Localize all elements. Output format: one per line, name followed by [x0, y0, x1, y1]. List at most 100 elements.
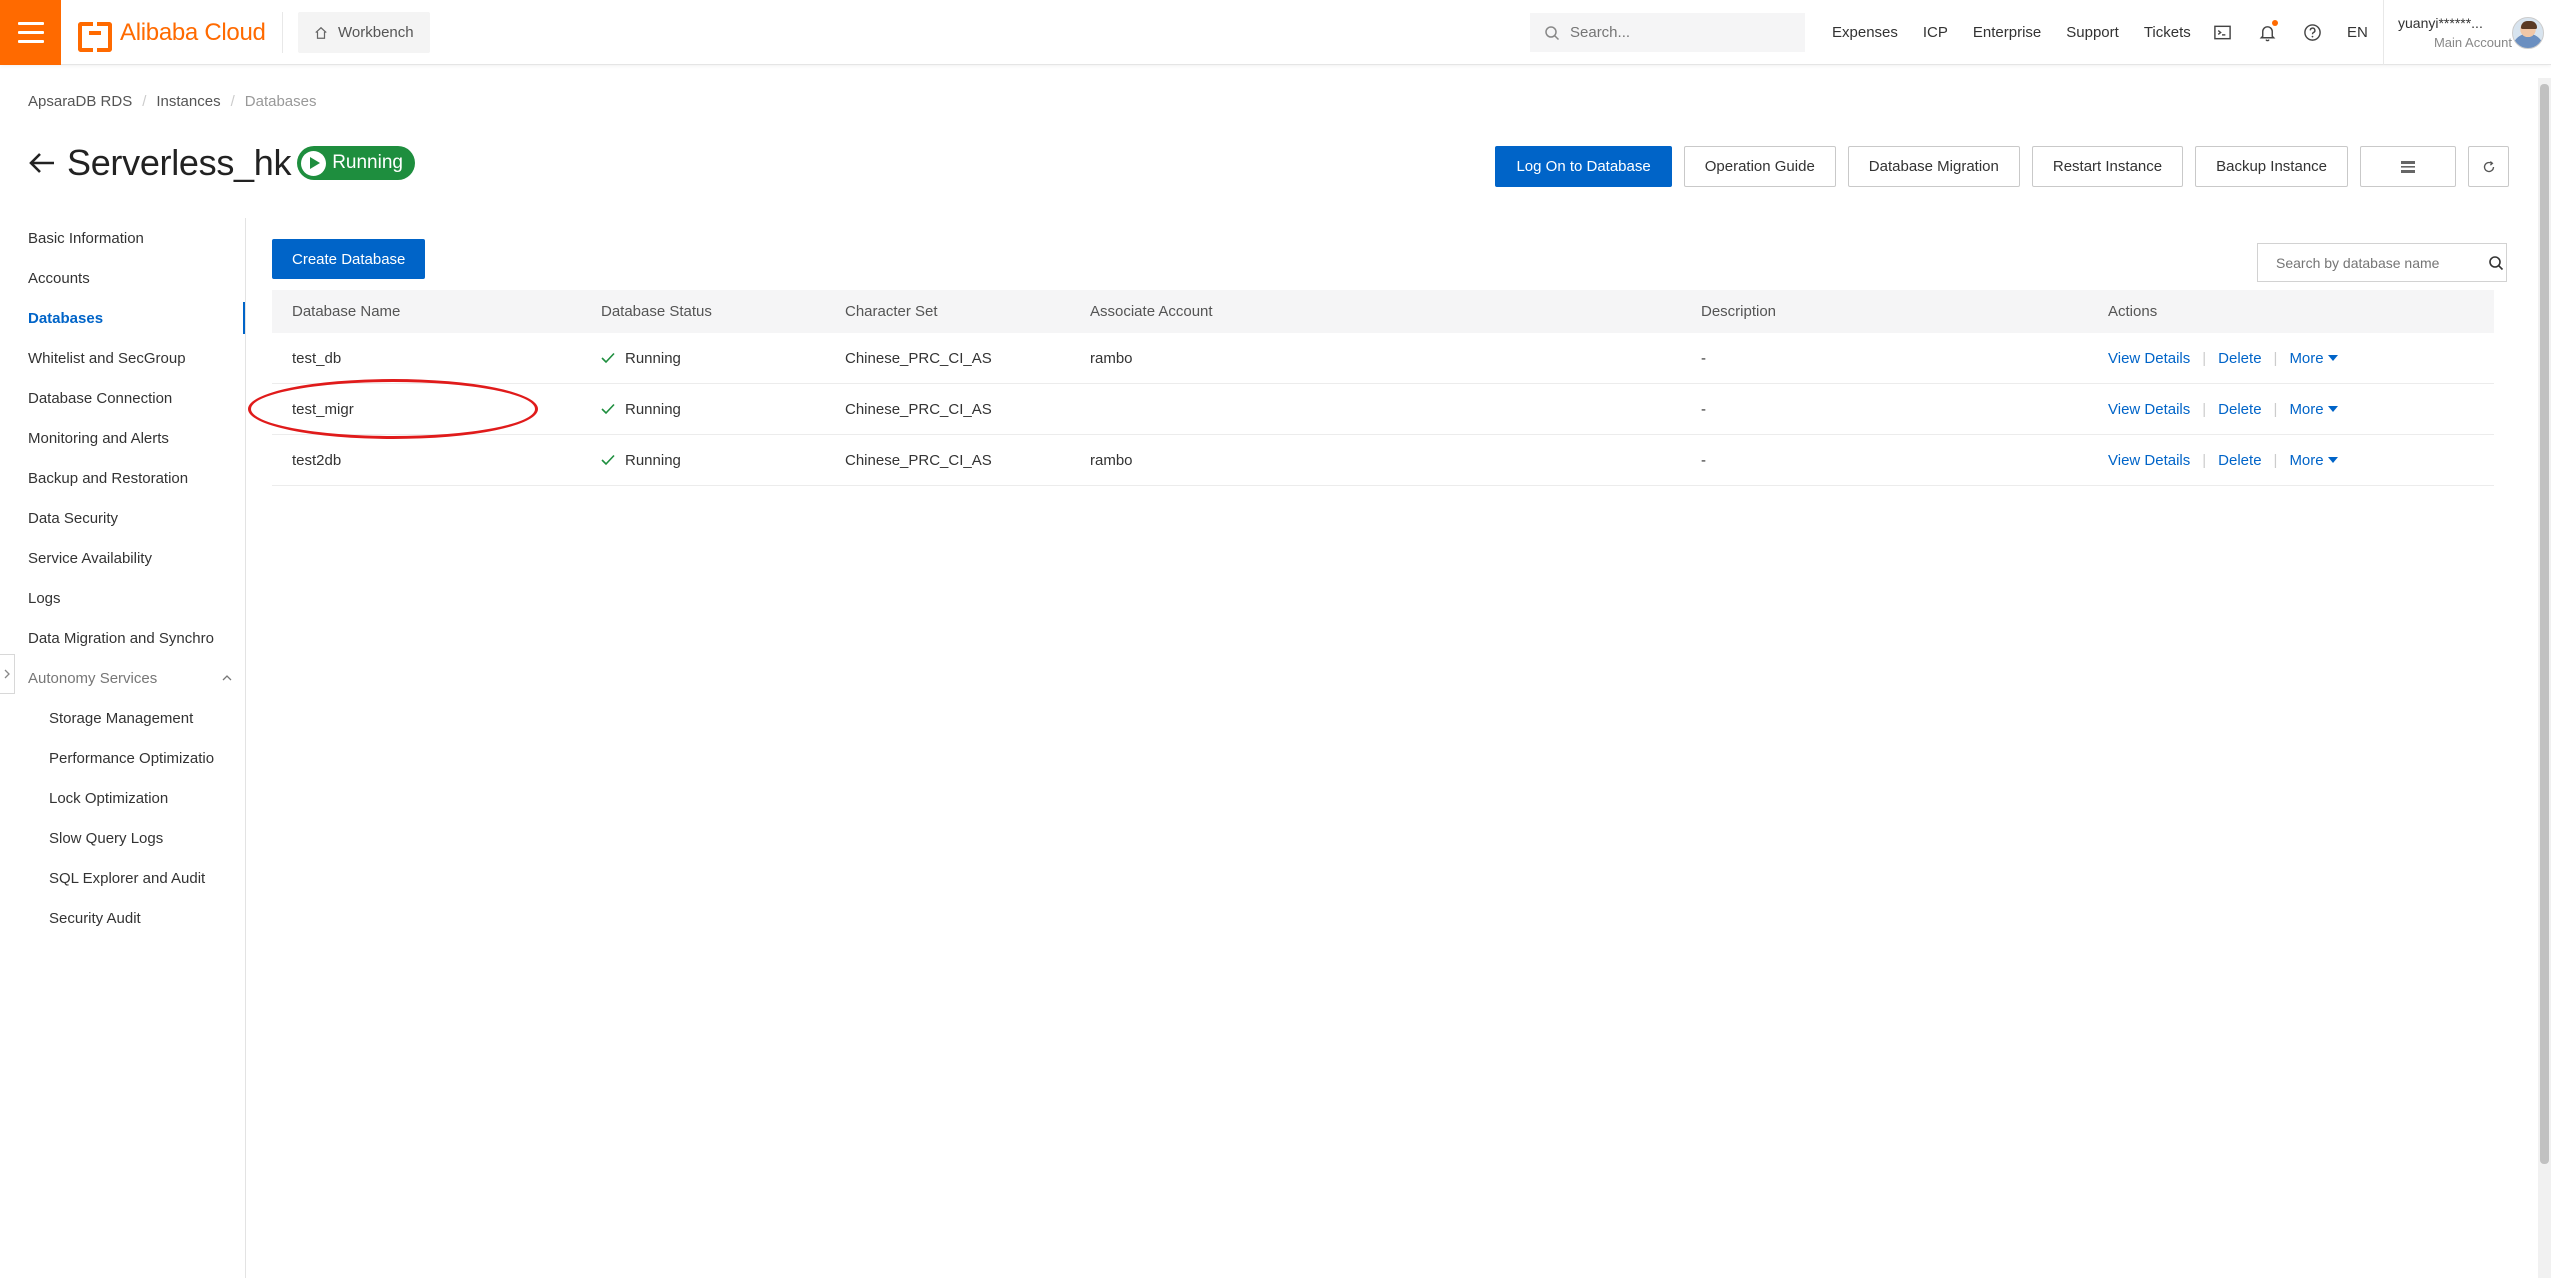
caret-down-icon	[2327, 355, 2338, 361]
alibaba-cloud-logo[interactable]: Alibaba Cloud	[78, 18, 266, 52]
database-search-input[interactable]	[2276, 254, 2466, 271]
instance-action-buttons: Log On to Database Operation Guide Datab…	[1495, 146, 2509, 187]
refresh-icon	[2483, 160, 2494, 172]
support-link[interactable]: Support	[2066, 24, 2119, 41]
search-icon[interactable]	[2488, 255, 2504, 271]
more-options-button[interactable]	[2360, 146, 2456, 187]
table-row: test2db Running Chinese_PRC_CI_AS rambo …	[272, 435, 2494, 486]
logo-text: Alibaba Cloud	[120, 19, 266, 46]
action-separator: |	[2273, 451, 2278, 469]
view-details-link[interactable]: View Details	[2108, 401, 2190, 418]
refresh-button[interactable]	[2468, 146, 2509, 187]
log-on-to-database-button[interactable]: Log On to Database	[1495, 146, 1672, 187]
sidebar-item-database-connection[interactable]: Database Connection	[0, 378, 245, 418]
sidebar-item-monitoring-alerts[interactable]: Monitoring and Alerts	[0, 418, 245, 458]
instance-sidebar: Basic Information Accounts Databases Whi…	[0, 218, 246, 1278]
action-separator: |	[2202, 451, 2207, 469]
check-icon	[601, 352, 615, 364]
database-migration-button[interactable]: Database Migration	[1847, 146, 2020, 187]
page-header: Serverless_hk Running	[27, 141, 415, 185]
account-type: Main Account	[2433, 35, 2512, 50]
sidebar-item-performance-optimization[interactable]: Performance Optimizatio	[0, 738, 245, 778]
page-title: Serverless_hk	[67, 142, 292, 183]
hamburger-menu-icon[interactable]	[0, 0, 61, 65]
more-label: More	[2289, 400, 2324, 418]
enterprise-link[interactable]: Enterprise	[1973, 24, 2041, 41]
global-search[interactable]	[1530, 13, 1805, 52]
delete-link[interactable]: Delete	[2218, 452, 2261, 469]
sidebar-item-logs[interactable]: Logs	[0, 578, 245, 618]
column-header-character-set: Character Set	[845, 303, 938, 320]
sidebar-item-lock-optimization[interactable]: Lock Optimization	[0, 778, 245, 818]
top-navigation-bar: Alibaba Cloud Workbench Expenses ICP Ent…	[0, 0, 2551, 65]
sidebar-item-sql-explorer-audit[interactable]: SQL Explorer and Audit	[0, 858, 245, 898]
breadcrumb-separator: /	[142, 93, 147, 110]
operation-guide-button[interactable]: Operation Guide	[1683, 146, 1836, 187]
breadcrumb: ApsaraDB RDS / Instances / Databases	[28, 93, 316, 110]
help-icon[interactable]	[2302, 23, 2322, 43]
database-name-cell: test2db	[292, 451, 342, 469]
breadcrumb-apsaradb-rds[interactable]: ApsaraDB RDS	[28, 93, 132, 110]
page-scrollbar-thumb[interactable]	[2540, 84, 2549, 1164]
expenses-link[interactable]: Expenses	[1832, 24, 1898, 41]
status-badge-label: Running	[332, 152, 403, 173]
database-search[interactable]	[2257, 243, 2507, 282]
sidebar-item-backup-restoration[interactable]: Backup and Restoration	[0, 458, 245, 498]
action-separator: |	[2273, 349, 2278, 367]
sidebar-item-databases[interactable]: Databases	[0, 298, 245, 338]
databases-table: Database Name Database Status Character …	[272, 290, 2494, 486]
sidebar-item-storage-management[interactable]: Storage Management	[0, 698, 245, 738]
sidebar-item-data-security[interactable]: Data Security	[0, 498, 245, 538]
column-header-associate-account: Associate Account	[1090, 303, 1213, 320]
sidebar-item-slow-query-logs[interactable]: Slow Query Logs	[0, 818, 245, 858]
actions-cell: View Details | Delete | More	[2088, 401, 2494, 418]
character-set-cell: Chinese_PRC_CI_AS	[845, 349, 992, 367]
list-menu-icon	[2401, 160, 2415, 173]
status-text: Running	[625, 400, 681, 418]
check-icon	[601, 403, 615, 415]
more-dropdown[interactable]: More	[2289, 452, 2338, 469]
icp-link[interactable]: ICP	[1923, 24, 1948, 41]
column-header-actions: Actions	[2108, 303, 2158, 320]
search-icon	[1545, 25, 1560, 40]
avatar[interactable]	[2512, 17, 2544, 49]
column-header-database-status: Database Status	[601, 303, 712, 320]
view-details-link[interactable]: View Details	[2108, 350, 2190, 367]
backup-instance-button[interactable]: Backup Instance	[2195, 146, 2348, 187]
sidebar-item-service-availability[interactable]: Service Availability	[0, 538, 245, 578]
header-divider	[282, 12, 283, 53]
database-status-cell: Running	[581, 350, 825, 367]
database-name-cell: test_migr	[292, 400, 354, 418]
delete-link[interactable]: Delete	[2218, 401, 2261, 418]
more-dropdown[interactable]: More	[2289, 400, 2338, 418]
breadcrumb-databases: Databases	[244, 93, 317, 110]
notification-bell-icon[interactable]	[2257, 19, 2278, 43]
sidebar-item-whitelist-secgroup[interactable]: Whitelist and SecGroup	[0, 338, 245, 378]
account-menu[interactable]: yuanyi******... Main Account	[2383, 0, 2512, 65]
sidebar-collapse-toggle[interactable]	[0, 654, 15, 694]
global-search-input[interactable]	[1570, 24, 1790, 41]
back-arrow-icon[interactable]	[27, 148, 57, 178]
actions-cell: View Details | Delete | More	[2088, 452, 2494, 469]
workbench-button[interactable]: Workbench	[298, 12, 430, 53]
action-separator: |	[2202, 349, 2207, 367]
terminal-icon[interactable]	[2212, 23, 2232, 43]
alibaba-cloud-logo-icon	[78, 22, 112, 52]
tickets-link[interactable]: Tickets	[2144, 24, 2191, 41]
sidebar-item-basic-information[interactable]: Basic Information	[0, 218, 245, 258]
sidebar-item-data-migration[interactable]: Data Migration and Synchro	[0, 618, 245, 658]
action-separator: |	[2202, 400, 2207, 418]
create-database-button[interactable]: Create Database	[272, 239, 426, 279]
breadcrumb-instances[interactable]: Instances	[156, 93, 220, 110]
character-set-cell: Chinese_PRC_CI_AS	[845, 451, 992, 469]
sidebar-group-autonomy-services[interactable]: Autonomy Services	[0, 658, 245, 698]
sidebar-item-accounts[interactable]: Accounts	[0, 258, 245, 298]
language-switcher[interactable]: EN	[2347, 24, 2368, 41]
notification-dot	[2272, 19, 2278, 26]
more-dropdown[interactable]: More	[2289, 350, 2338, 367]
restart-instance-button[interactable]: Restart Instance	[2031, 146, 2184, 187]
status-badge: Running	[297, 146, 415, 180]
delete-link[interactable]: Delete	[2218, 350, 2261, 367]
view-details-link[interactable]: View Details	[2108, 452, 2190, 469]
sidebar-item-security-audit[interactable]: Security Audit	[0, 898, 245, 938]
